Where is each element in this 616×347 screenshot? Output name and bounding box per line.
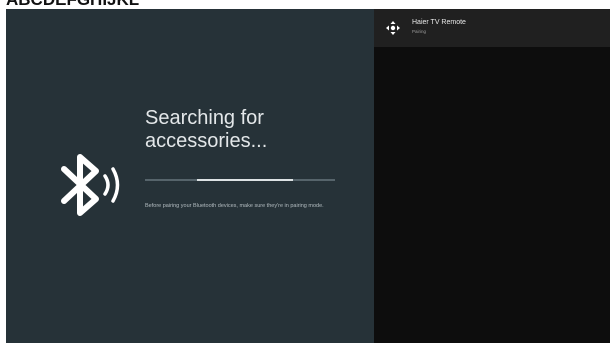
search-title-line2: accessories... xyxy=(145,130,268,152)
top-caption: ABCDEFGHIJKL xyxy=(6,0,139,9)
tv-screen: Searching for accessories... Before pair… xyxy=(6,9,610,343)
pairing-panel: Searching for accessories... Before pair… xyxy=(6,9,374,343)
search-progress-fill xyxy=(197,179,293,181)
search-progress-bar xyxy=(145,179,335,181)
remote-dpad-icon xyxy=(386,21,400,35)
pairing-hint: Before pairing your Bluetooth devices, m… xyxy=(145,203,324,209)
device-name: Haier TV Remote xyxy=(412,19,466,26)
device-list-item[interactable]: Haier TV Remote Pairing xyxy=(374,9,610,47)
device-list-panel xyxy=(374,9,610,343)
device-status: Pairing xyxy=(412,29,427,34)
search-title: Searching for accessories... xyxy=(145,107,355,153)
bluetooth-searching-icon xyxy=(61,154,120,216)
search-title-line1: Searching for xyxy=(145,107,264,129)
page: ABCDEFGHIJKL Searching for accessories..… xyxy=(0,0,616,347)
